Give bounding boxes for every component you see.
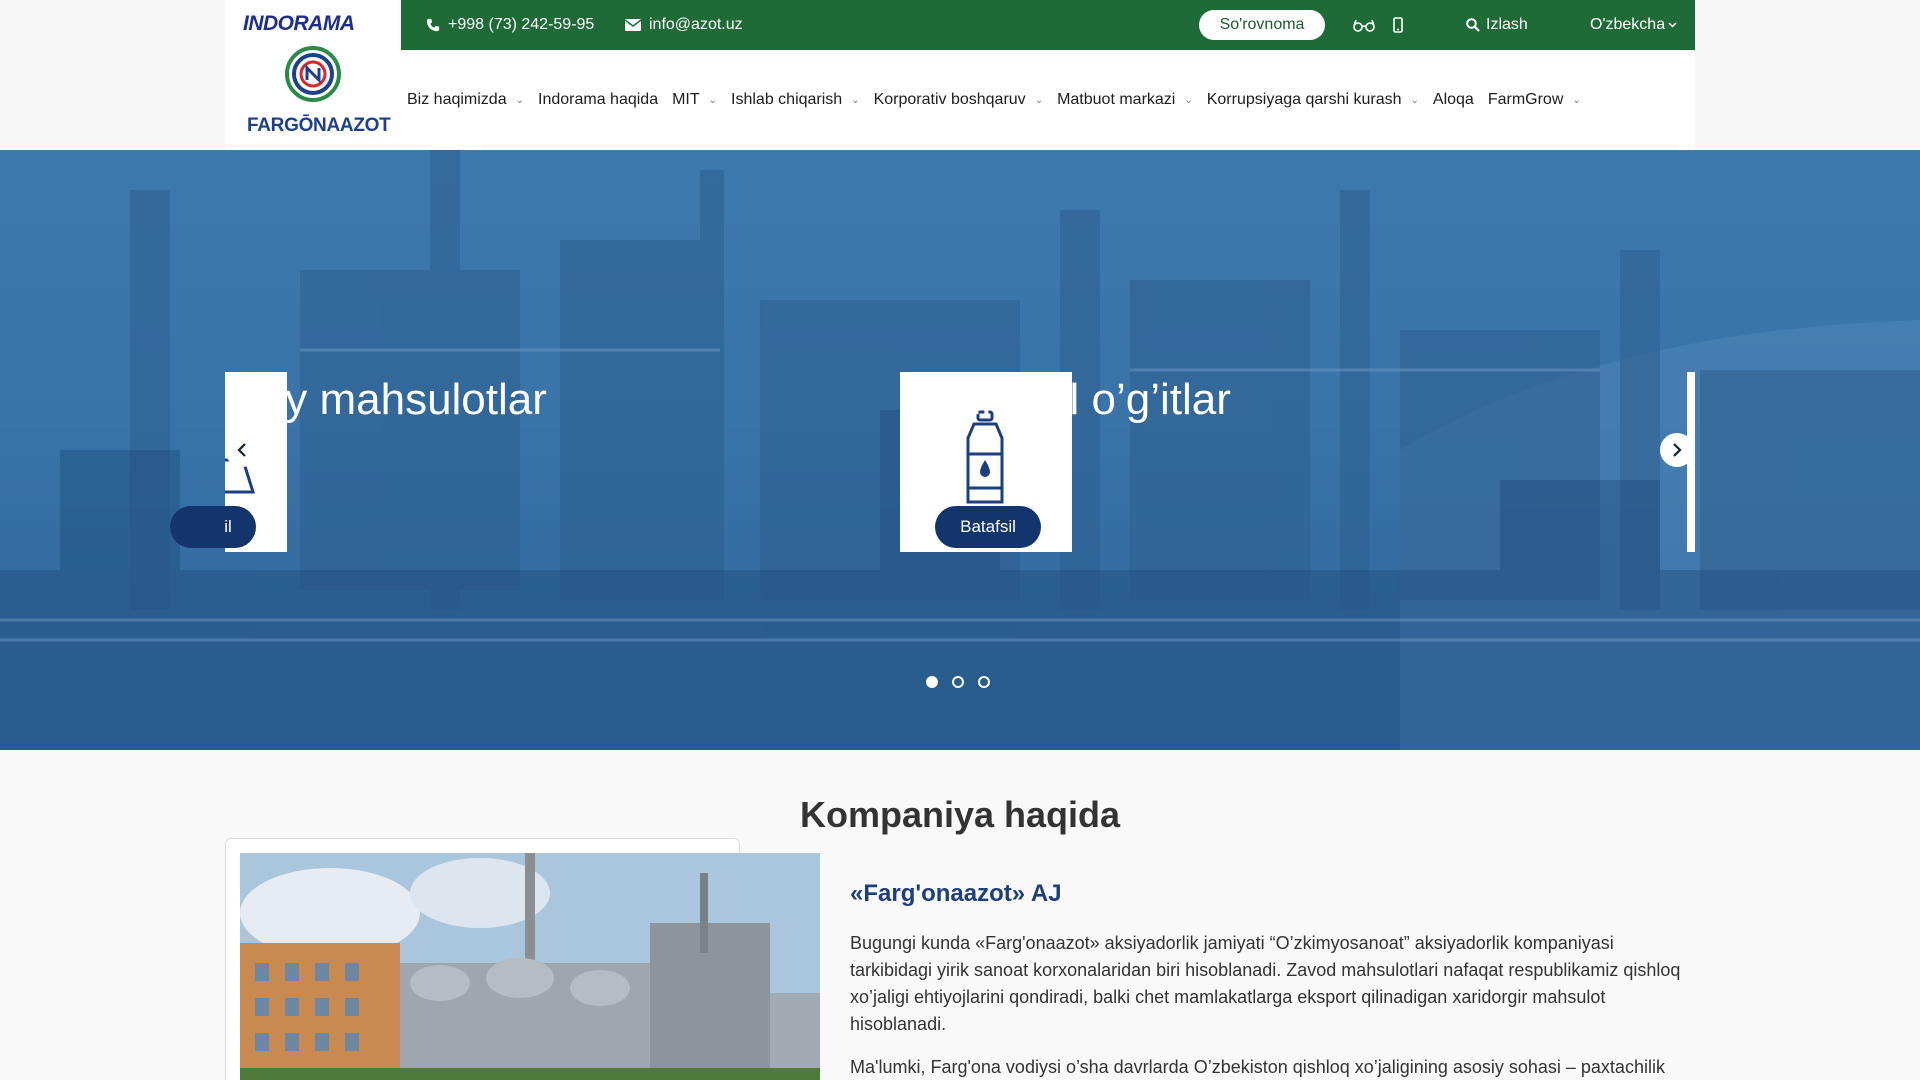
nav-item-mit[interactable]: MIT ⌄ [672, 91, 717, 109]
chevron-down-icon: ⌄ [1410, 94, 1419, 106]
section-title: Kompaniya haqida [799, 794, 1121, 835]
slider-next-button[interactable] [1660, 433, 1694, 467]
nav-item-ishlab-chiqarish[interactable]: Ishlab chiqarish ⌄ [731, 91, 860, 109]
factory-photo-image [240, 853, 820, 1080]
search-icon [1466, 18, 1480, 32]
button-label: il [224, 517, 232, 536]
nav-label: MIT [672, 91, 700, 108]
slide-title-mineral: Mineral o’g’itlar [935, 375, 1231, 424]
slider-dot-2[interactable] [952, 676, 964, 688]
language-selector[interactable]: O'zbekcha [1590, 0, 1677, 50]
glasses-icon [1353, 19, 1375, 32]
chevron-down-icon: ⌄ [1184, 94, 1193, 106]
email-link[interactable]: info@azot.uz [625, 0, 743, 50]
slide-more-button-mineral[interactable]: Batafsil [935, 506, 1041, 548]
site-header: INDORAMA FARGŌNAAZOT +998 (73) 242-59-95… [0, 0, 1920, 150]
nav-item-aloqa[interactable]: Aloqa [1433, 91, 1474, 109]
hero-slider: yoviy mahsulotlar il Mineral o’g’itlar B… [0, 150, 1920, 750]
nav-item-biz-haqimizda[interactable]: Biz haqimizda ⌄ [407, 91, 524, 109]
nav-item-korrupsiyaga-qarshi-kurash[interactable]: Korrupsiyaga qarshi kurash ⌄ [1207, 91, 1419, 109]
search-button[interactable]: Izlash [1466, 0, 1528, 50]
accessibility-toggle[interactable] [1353, 0, 1375, 50]
nav-label: Korporativ boshqaruv [873, 91, 1026, 108]
nav-label: Korrupsiyaga qarshi kurash [1206, 91, 1402, 108]
mail-icon [625, 19, 641, 31]
chevron-down-icon: ⌄ [515, 94, 524, 106]
factory-photo [240, 853, 820, 1080]
top-bar: +998 (73) 242-59-95 info@azot.uz So'rovn… [401, 0, 1695, 50]
slide-more-button-chemical[interactable]: il [170, 506, 256, 548]
chevron-down-icon: ⌄ [708, 94, 718, 106]
search-label: Izlash [1486, 16, 1528, 33]
language-label: O'zbekcha [1590, 16, 1666, 33]
chevron-down-icon: ⌄ [1034, 94, 1044, 106]
email-address: info@azot.uz [649, 16, 743, 33]
nav-item-farmgrow[interactable]: FarmGrow ⌄ [1488, 91, 1581, 109]
nav-item-indorama-haqida[interactable]: Indorama haqida [538, 91, 658, 109]
nav-item-korporativ-boshqaruv[interactable]: Korporativ boshqaruv ⌄ [874, 91, 1043, 109]
nav-label: Biz haqimizda [407, 91, 507, 108]
phone-link[interactable]: +998 (73) 242-59-95 [426, 0, 594, 50]
slider-dot-1[interactable] [926, 676, 938, 688]
nav-label: Matbuot markazi [1057, 91, 1176, 108]
nav-label: FarmGrow [1487, 91, 1564, 108]
slider-dots [926, 676, 990, 688]
mobile-version-toggle[interactable] [1393, 0, 1403, 50]
phone-icon [426, 18, 440, 32]
nav-label: Aloqa [1432, 91, 1474, 108]
chevron-down-icon [1668, 22, 1677, 28]
company-logo-text: FARGŌNAAZOT [247, 115, 391, 136]
mobile-icon [1393, 17, 1403, 33]
nav-label: Ishlab chiqarish [731, 91, 843, 108]
company-emblem-icon [285, 46, 341, 102]
indorama-logo: INDORAMA [243, 12, 355, 35]
main-nav: Biz haqimizda ⌄ Indorama haqida MIT ⌄ Ishl… [401, 50, 1695, 150]
slide-title-chemical: yoviy mahsulotlar [225, 375, 547, 424]
phone-number: +998 (73) 242-59-95 [448, 16, 595, 33]
slider-prev-button[interactable] [225, 433, 259, 467]
nav-item-matbuot-markazi[interactable]: Matbuot markazi ⌄ [1057, 91, 1193, 109]
slider-dot-3[interactable] [978, 676, 990, 688]
company-paragraph-1: Bugungi kunda «Farg'onaazot» aksiyadorli… [850, 933, 1681, 1034]
company-paragraph-2: Ma'lumki, Farg'ona vodiysi o’sha davrlar… [850, 1057, 1665, 1077]
survey-button[interactable]: So'rovnoma [1199, 10, 1325, 40]
chevron-left-icon [237, 443, 246, 457]
logo-link[interactable]: INDORAMA FARGŌNAAZOT [225, 0, 401, 150]
nav-label: Indorama haqida [538, 91, 659, 108]
company-name: «Farg'onaazot» AJ [850, 880, 1062, 907]
chevron-down-icon: ⌄ [1572, 94, 1581, 106]
chevron-down-icon: ⌄ [851, 94, 860, 106]
chevron-right-icon [1673, 443, 1682, 457]
